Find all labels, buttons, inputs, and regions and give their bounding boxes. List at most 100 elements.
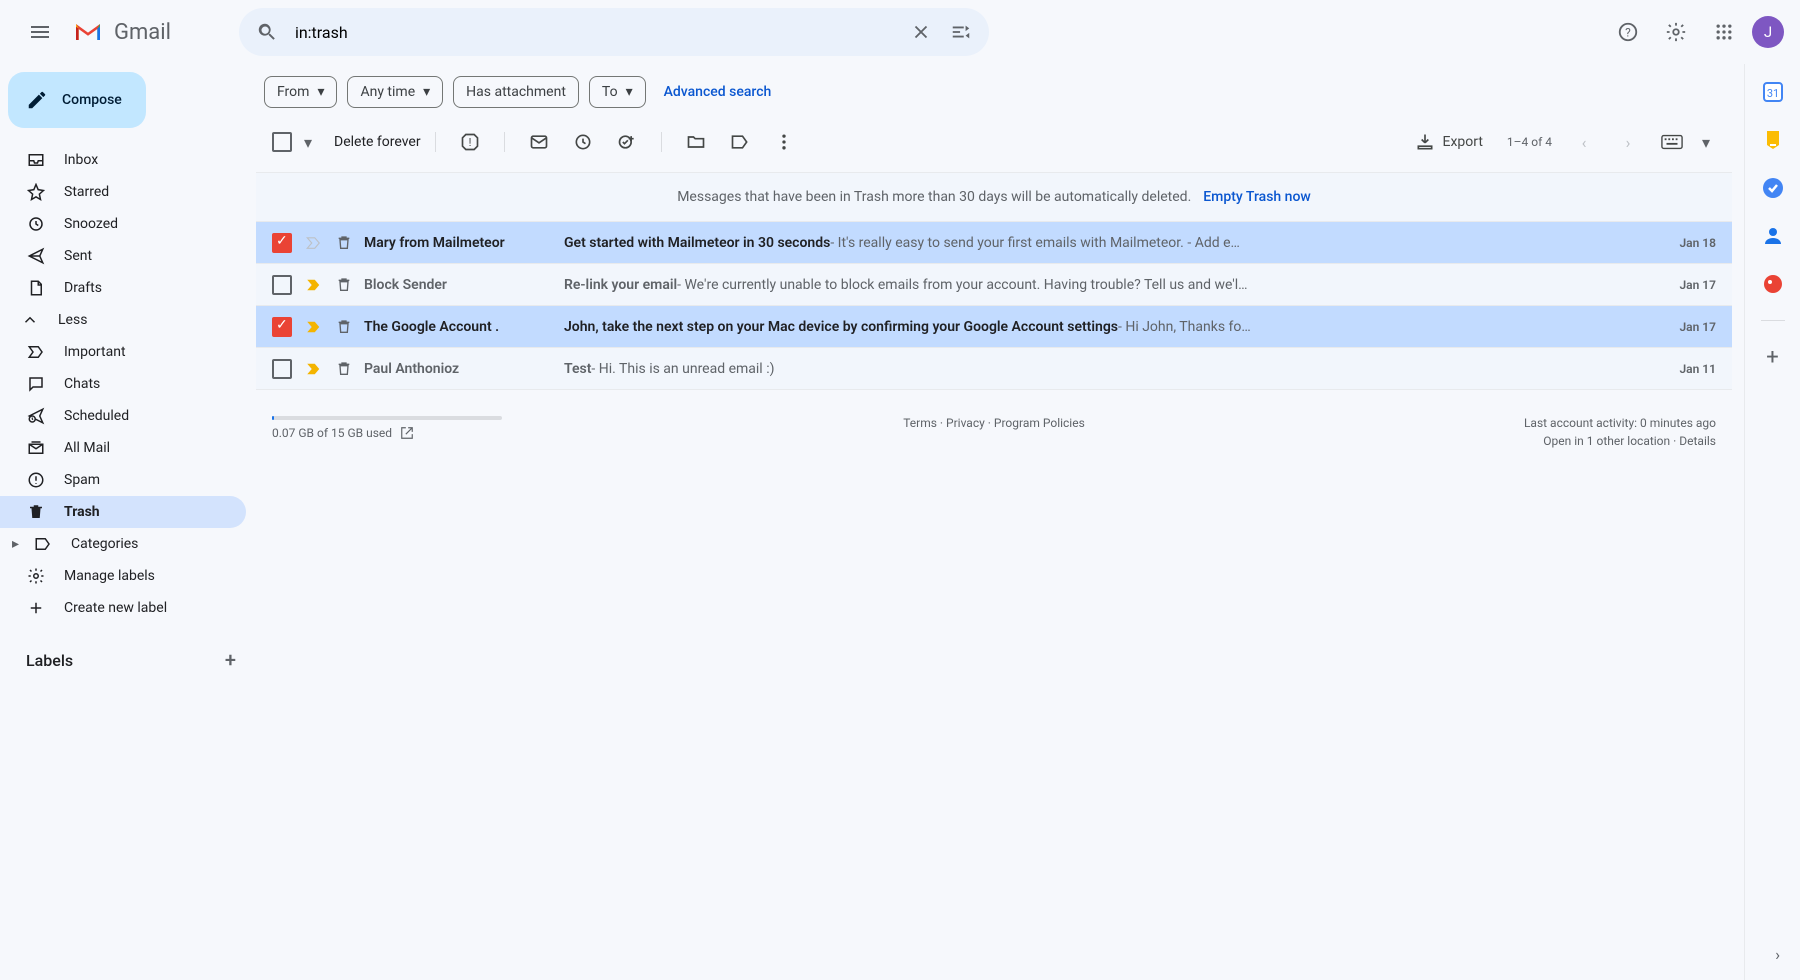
email-row[interactable]: The Google Account . John, take the next… [256,306,1732,348]
email-sender: Block Sender [364,277,564,293]
important-marker[interactable] [304,276,324,294]
export-button[interactable]: Export [1415,132,1483,152]
email-row[interactable]: Mary from Mailmeteor Get started with Ma… [256,222,1732,264]
email-date: Jan 11 [1656,362,1716,376]
storage-bar [272,416,502,420]
important-marker[interactable] [304,234,324,252]
filter-anytime[interactable]: Any time▾ [347,76,443,108]
terms-link[interactable]: Terms [903,416,937,430]
details-link[interactable]: Details [1679,434,1716,448]
sidebar-item-spam[interactable]: Spam [0,464,246,496]
contacts-app-icon[interactable] [1761,224,1785,248]
privacy-link[interactable]: Privacy [946,416,985,430]
sidebar-item-categories[interactable]: ▸Categories [0,528,246,560]
apps-icon[interactable] [1704,12,1744,52]
trash-icon [26,503,46,521]
delete-forever-button[interactable]: Delete forever [334,134,421,150]
toolbar: ▾ Delete forever ! Export 1–4 of 4 ‹ › ▾ [256,112,1732,172]
sidebar-item-scheduled[interactable]: Scheduled [0,400,246,432]
tasks-app-icon[interactable] [1761,176,1785,200]
email-checkbox[interactable] [272,275,292,295]
allmail-icon [26,439,46,457]
important-icon [26,343,46,361]
sidebar-item-chats[interactable]: Chats [0,368,246,400]
draft-icon [26,279,46,297]
email-row[interactable]: Paul Anthonioz Test - Hi. This is an unr… [256,348,1732,390]
filter-has-attachment[interactable]: Has attachment [453,76,579,108]
support-icon[interactable]: ? [1608,12,1648,52]
sidebar-item-trash[interactable]: Trash [0,496,246,528]
content-area: From▾ Any time▾ Has attachment To▾ Advan… [256,64,1744,980]
trash-icon [336,319,354,335]
chevron-down-icon: ▾ [423,84,430,100]
filter-to[interactable]: To▾ [589,76,646,108]
select-all-checkbox[interactable] [272,132,292,152]
sidebar-item-label: Categories [71,536,138,552]
prev-page-icon[interactable]: ‹ [1564,122,1604,162]
clear-search-icon[interactable] [901,12,941,52]
footer: 0.07 GB of 15 GB used Terms · Privacy · … [256,390,1732,474]
email-checkbox[interactable] [272,233,292,253]
sidebar-item-sent[interactable]: Sent [0,240,246,272]
keep-app-icon[interactable] [1761,128,1785,152]
input-tools-dropdown[interactable]: ▾ [1696,133,1716,152]
add-task-icon[interactable] [607,122,647,162]
search-options-icon[interactable] [941,12,981,52]
important-marker[interactable] [304,360,324,378]
sidebar-item-label: Less [58,312,87,328]
next-page-icon[interactable]: › [1608,122,1648,162]
more-icon[interactable] [764,122,804,162]
open-storage-icon[interactable] [400,426,414,440]
important-marker[interactable] [304,318,324,336]
search-bar[interactable] [239,8,989,56]
sidebar-item-inbox[interactable]: Inbox [0,144,246,176]
input-tools-icon[interactable] [1652,122,1692,162]
labels-header: Labels + [0,648,256,672]
inbox-icon [26,151,46,169]
compose-button[interactable]: Compose [8,72,146,128]
sidebar-item-starred[interactable]: Starred [0,176,246,208]
svg-text:?: ? [1625,26,1631,40]
advanced-search-link[interactable]: Advanced search [664,84,772,100]
hide-side-panel-icon[interactable]: › [1775,945,1780,964]
empty-trash-link[interactable]: Empty Trash now [1203,189,1311,205]
policies-link[interactable]: Program Policies [994,416,1085,430]
add-label-icon[interactable]: + [225,648,236,672]
sidebar-item-label: Sent [64,248,92,264]
sidebar-item-label: Chats [64,376,100,392]
sidebar-item-manage-labels[interactable]: Manage labels [0,560,246,592]
pager-text[interactable]: 1–4 of 4 [1507,135,1552,149]
email-checkbox[interactable] [272,317,292,337]
addon-app-icon[interactable] [1761,272,1785,296]
move-to-icon[interactable] [676,122,716,162]
get-addons-icon[interactable]: + [1761,345,1785,369]
activity-text: Last account activity: 0 minutes ago [1235,416,1716,430]
sidebar-item-less[interactable]: Less [0,304,246,336]
sidebar-item-create-new-label[interactable]: Create new label [0,592,246,624]
sidebar: Compose InboxStarredSnoozed Sent Drafts Les… [0,64,256,980]
email-checkbox[interactable] [272,359,292,379]
snooze-icon[interactable] [563,122,603,162]
sidebar-item-all-mail[interactable]: All Mail [0,432,246,464]
labels-title: Labels [26,651,73,670]
email-subject: John, take the next step on your Mac dev… [564,319,1118,335]
main-menu-button[interactable] [16,8,64,56]
email-row[interactable]: Block Sender Re-link your email - We're … [256,264,1732,306]
search-input[interactable] [287,23,901,42]
account-avatar[interactable]: J [1752,16,1784,48]
report-spam-icon[interactable]: ! [450,122,490,162]
labels-icon[interactable] [720,122,760,162]
gmail-logo[interactable]: Gmail [72,16,171,48]
send-icon [26,247,46,265]
sidebar-item-label: Spam [64,472,100,488]
select-all-dropdown[interactable]: ▾ [298,133,318,152]
mark-read-icon[interactable] [519,122,559,162]
sidebar-item-snoozed[interactable]: Snoozed [0,208,246,240]
calendar-app-icon[interactable]: 31 [1761,80,1785,104]
settings-icon[interactable] [1656,12,1696,52]
sidebar-item-drafts[interactable]: Drafts [0,272,246,304]
sidebar-item-important[interactable]: Important [0,336,246,368]
trash-icon [336,361,354,377]
search-icon[interactable] [247,12,287,52]
filter-from[interactable]: From▾ [264,76,337,108]
